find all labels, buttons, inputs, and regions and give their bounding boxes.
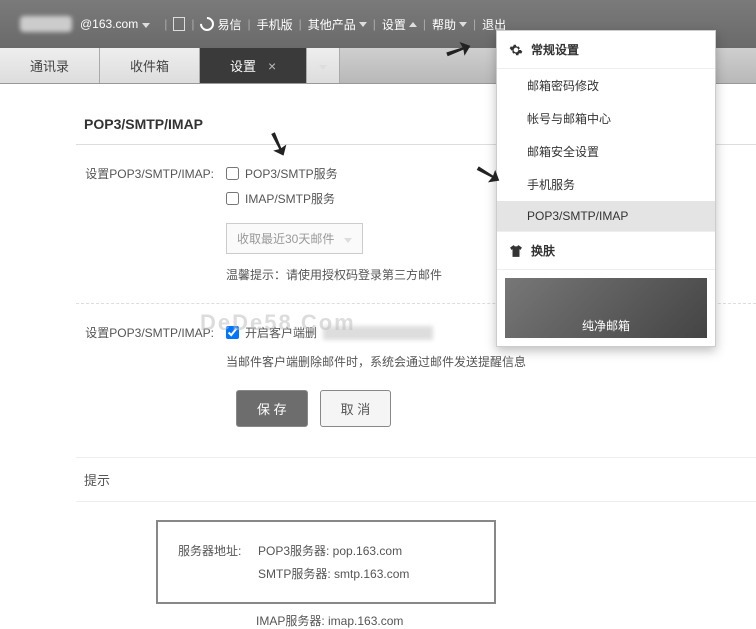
mobile-link[interactable]: 手机版 xyxy=(257,16,293,33)
checkbox-imapsmtp-input[interactable] xyxy=(226,192,239,205)
help-menu[interactable]: 帮助 xyxy=(432,16,467,33)
tab-contacts[interactable]: 通讯录 xyxy=(0,48,100,83)
shirt-icon xyxy=(509,244,523,258)
tab-dropdown-toggle[interactable] xyxy=(307,48,340,83)
skin-banner[interactable]: 纯净邮箱 xyxy=(505,278,707,338)
dropdown-head-general-label: 常规设置 xyxy=(531,41,579,58)
username-blurred xyxy=(20,16,72,32)
tips-head: 提示 xyxy=(76,457,756,502)
smtp-server: SMTP服务器: smtp.163.com xyxy=(258,567,409,581)
pop-server: POP3服务器: pop.163.com xyxy=(258,544,402,558)
skin-banner-label: 纯净邮箱 xyxy=(582,317,630,334)
button-row: 保 存 取 消 xyxy=(236,390,756,427)
dropdown-head-skin-label: 换肤 xyxy=(531,242,555,259)
chevron-down-icon xyxy=(319,58,327,73)
tab-settings-label: 设置 xyxy=(230,56,256,75)
dd-item-pop3[interactable]: POP3/SMTP/IMAP xyxy=(497,201,715,231)
dd-item-mobile[interactable]: 手机服务 xyxy=(497,168,715,201)
days-select[interactable]: 收取最近30天邮件 xyxy=(226,223,363,254)
dropdown-head-skin[interactable]: 换肤 xyxy=(497,231,715,270)
server-box: 服务器地址:POP3服务器: pop.163.com SMTP服务器: smtp… xyxy=(156,520,496,604)
cancel-button[interactable]: 取 消 xyxy=(320,390,392,427)
settings-dropdown: 常规设置 邮箱密码修改 帐号与邮箱中心 邮箱安全设置 手机服务 POP3/SMT… xyxy=(496,30,716,347)
save-button[interactable]: 保 存 xyxy=(236,390,308,427)
chevron-down-icon xyxy=(344,232,352,246)
imap-server: IMAP服务器: imap.163.com xyxy=(256,614,403,628)
checkbox-pop3smtp-input[interactable] xyxy=(226,167,239,180)
delete-hint: 当邮件客户端删除邮件时，系统会通过邮件发送提醒信息 xyxy=(226,353,756,370)
phone-icon[interactable] xyxy=(173,17,185,31)
yixin-link[interactable]: 易信 xyxy=(200,16,241,33)
close-icon[interactable]: × xyxy=(268,58,276,74)
other-products-menu[interactable]: 其他产品 xyxy=(308,16,367,33)
chevron-down-icon xyxy=(142,17,150,31)
account-menu[interactable]: @163.com xyxy=(12,16,158,32)
server-label: 服务器地址: xyxy=(178,542,258,559)
dd-item-password[interactable]: 邮箱密码修改 xyxy=(497,69,715,102)
tab-inbox[interactable]: 收件箱 xyxy=(100,48,200,83)
watermark: DeDe58.Com xyxy=(200,310,356,336)
dropdown-head-general[interactable]: 常规设置 xyxy=(497,31,715,69)
checkbox-pop3smtp-label: POP3/SMTP服务 xyxy=(245,165,338,182)
checkbox-imapsmtp-label: IMAP/SMTP服务 xyxy=(245,190,335,207)
settings-menu[interactable]: 设置 xyxy=(382,16,417,33)
label-service: 设置POP3/SMTP/IMAP: xyxy=(76,165,226,182)
tab-settings[interactable]: 设置 × xyxy=(200,48,307,83)
yixin-icon xyxy=(198,14,218,34)
gear-icon xyxy=(509,43,523,57)
dd-item-security[interactable]: 邮箱安全设置 xyxy=(497,135,715,168)
email-domain: @163.com xyxy=(80,17,138,31)
dd-item-account[interactable]: 帐号与邮箱中心 xyxy=(497,102,715,135)
